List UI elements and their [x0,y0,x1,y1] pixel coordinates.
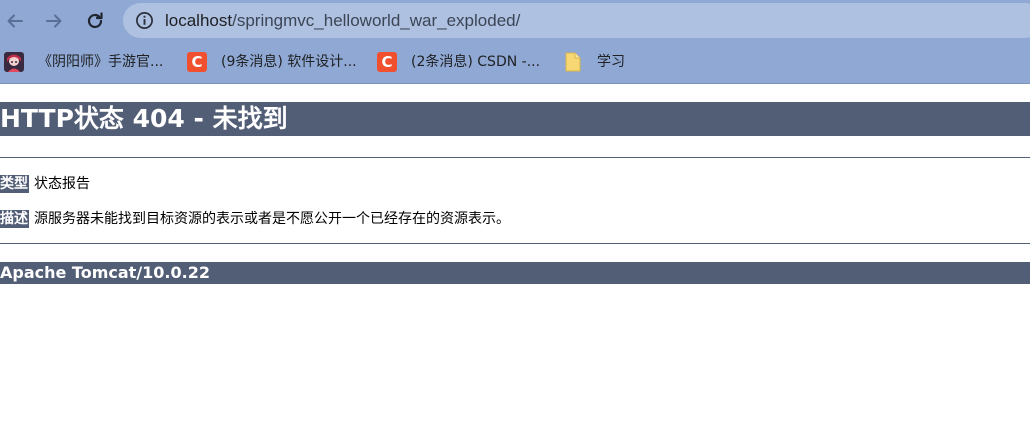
bookmarks-bar: 《阴阳师》手游官... C (9条消息) 软件设计... C (2条消息) CS… [0,42,1030,84]
folder-icon [563,52,583,72]
forward-button[interactable] [40,7,68,35]
url-text[interactable]: localhost/springmvc_helloworld_war_explo… [165,11,520,30]
error-title-bar: HTTP状态 404 - 未找到 [0,102,1030,136]
bookmark-label: (9条消息) 软件设计... [221,54,357,70]
server-version: Apache Tomcat/10.0.22 [0,263,210,282]
error-description-value: 源服务器未能找到目标资源的表示或者是不愿公开一个已经存在的资源表示。 [34,211,510,227]
divider [0,243,1030,244]
page-title: HTTP状态 404 - 未找到 [0,104,288,133]
bookmark-onmyoji[interactable]: 《阴阳师》手游官... [4,51,163,73]
reload-button[interactable] [81,7,109,35]
arrow-left-icon [7,14,23,28]
bookmark-folder-study[interactable]: 学习 [563,51,625,73]
server-footer-bar: Apache Tomcat/10.0.22 [0,262,1030,284]
csdn-favicon: C [187,52,207,72]
bookmark-label: (2条消息) CSDN -... [411,54,541,70]
url-path: /springmvc_helloworld_war_exploded/ [232,11,521,30]
error-description-row: 描述 源服务器未能找到目标资源的表示或者是不愿公开一个已经存在的资源表示。 [0,209,510,229]
divider [0,157,1030,158]
arrow-right-icon [46,14,62,28]
page-content: HTTP状态 404 - 未找到 类型 状态报告 描述 源服务器未能找到目标资源… [0,84,1030,434]
bookmark-csdn-2[interactable]: C (2条消息) CSDN -... [377,51,540,73]
back-button[interactable] [1,7,29,35]
address-bar[interactable]: localhost/springmvc_helloworld_war_explo… [123,3,1030,38]
url-host: localhost [165,11,233,30]
error-type-value: 状态报告 [34,176,90,192]
browser-toolbar: localhost/springmvc_helloworld_war_explo… [0,0,1030,42]
bookmark-label: 学习 [597,54,625,70]
info-icon[interactable] [135,11,154,30]
error-type-row: 类型 状态报告 [0,174,90,194]
onmyoji-favicon [4,52,24,72]
error-description-label: 描述 [0,210,29,228]
csdn-favicon: C [377,52,397,72]
error-type-label: 类型 [0,175,29,193]
reload-icon [87,12,103,29]
bookmark-label: 《阴阳师》手游官... [38,54,164,70]
bookmark-csdn-1[interactable]: C (9条消息) 软件设计... [187,51,357,73]
